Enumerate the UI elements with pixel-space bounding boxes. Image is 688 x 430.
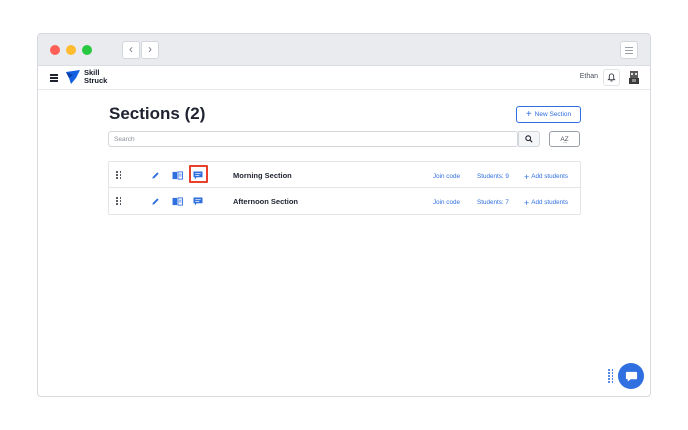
book-icon[interactable] (171, 169, 183, 181)
add-students-label: Add students (531, 199, 569, 206)
maximize-window-button[interactable] (82, 45, 92, 55)
minimize-window-button[interactable] (66, 45, 76, 55)
table-row: Afternoon Section Join code Students: 7 … (109, 188, 580, 214)
book-icon[interactable] (171, 195, 183, 207)
hamburger-menu-icon[interactable] (50, 74, 58, 82)
drag-handle-icon[interactable] (116, 197, 122, 205)
plus-icon: + (524, 171, 530, 182)
back-button[interactable]: ‹ (122, 41, 140, 59)
close-window-button[interactable] (50, 45, 60, 55)
search-button[interactable] (518, 131, 540, 147)
browser-titlebar: ‹ › (38, 34, 650, 66)
skillstruck-logo-icon (66, 70, 80, 84)
user-name[interactable]: Ethan (580, 73, 598, 80)
message-icon[interactable] (192, 169, 204, 181)
message-icon[interactable] (192, 195, 204, 207)
students-link[interactable]: Students: 7 (477, 199, 509, 206)
join-code-link[interactable]: Join code (433, 173, 460, 180)
plus-icon: + (524, 197, 530, 208)
widget-grip-icon[interactable] (608, 369, 614, 383)
plus-icon: + (525, 108, 532, 120)
new-section-label: New Section (534, 111, 572, 118)
bell-icon (607, 73, 616, 82)
browser-menu-button[interactable] (620, 41, 638, 59)
brand-line-2: Struck (84, 75, 108, 85)
forward-button[interactable]: › (141, 41, 159, 59)
browser-window: ‹ › Skill Struck Ethan Sections (2) + Ne… (37, 33, 651, 397)
brand-name: Skill Struck (84, 69, 118, 84)
add-students-label: Add students (531, 173, 569, 180)
add-students-link[interactable]: + Add students (524, 197, 569, 208)
avatar[interactable] (626, 69, 642, 85)
search-icon (525, 135, 533, 143)
app-header: Skill Struck Ethan (38, 66, 650, 90)
edit-pencil-icon[interactable] (149, 169, 161, 181)
drag-handle-icon[interactable] (116, 171, 122, 179)
notifications-button[interactable] (603, 69, 620, 86)
edit-pencil-icon[interactable] (149, 195, 161, 207)
students-link[interactable]: Students: 9 (477, 173, 509, 180)
table-row: Morning Section Join code Students: 9 + … (109, 162, 580, 188)
new-section-button[interactable]: + New Section (516, 106, 581, 123)
section-name: Afternoon Section (233, 197, 298, 206)
join-code-link[interactable]: Join code (433, 199, 460, 206)
sort-az-button[interactable]: A͢Z (549, 131, 580, 147)
page-title: Sections (2) (109, 104, 206, 123)
chat-bubble-icon (625, 371, 637, 382)
add-students-link[interactable]: + Add students (524, 171, 569, 182)
section-name: Morning Section (233, 171, 292, 180)
chat-support-button[interactable] (618, 363, 644, 389)
search-input[interactable] (108, 131, 518, 147)
sections-table: Morning Section Join code Students: 9 + … (108, 161, 581, 215)
